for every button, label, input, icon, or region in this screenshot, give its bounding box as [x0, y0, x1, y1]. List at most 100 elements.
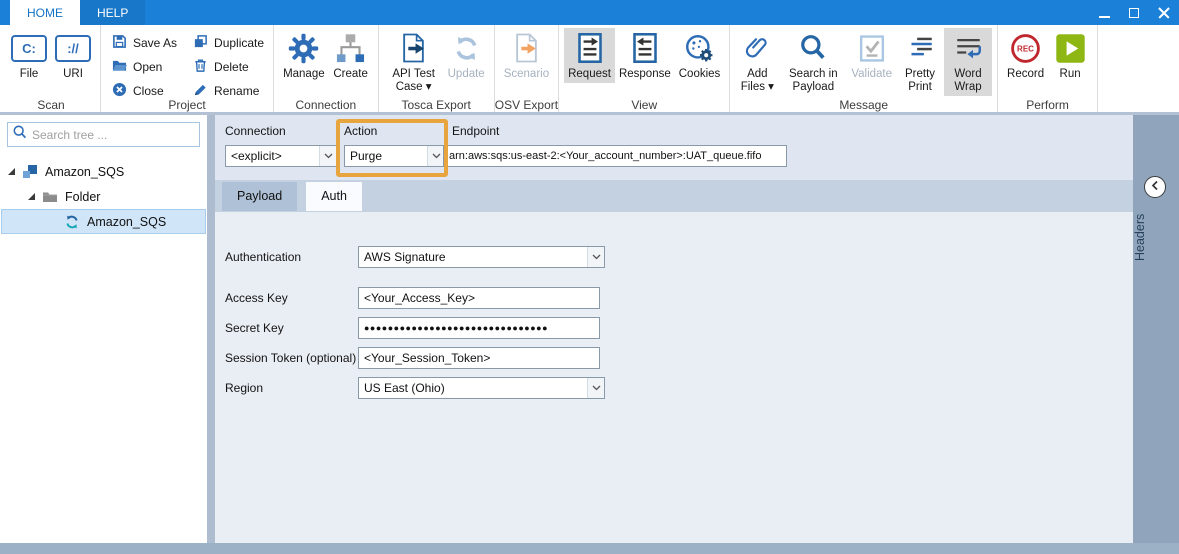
access-key-label: Access Key — [225, 291, 358, 305]
chevron-down-icon[interactable] — [587, 378, 604, 398]
uri-button[interactable]: :// URI — [51, 28, 95, 83]
run-label: Run — [1060, 68, 1081, 81]
group-label-message: Message — [730, 98, 997, 112]
tab-auth[interactable]: Auth — [306, 182, 362, 211]
search-input[interactable] — [32, 128, 194, 142]
region-label: Region — [225, 381, 358, 395]
expander-icon[interactable] — [8, 168, 15, 175]
chevron-down-icon[interactable] — [319, 146, 336, 166]
document-scenario-icon — [513, 30, 540, 66]
tab-auth-label: Auth — [321, 189, 347, 203]
tree-item-folder[interactable]: Folder — [0, 184, 207, 209]
authentication-label: Authentication — [225, 250, 358, 264]
tab-help[interactable]: HELP — [80, 0, 145, 25]
word-wrap-label: Word Wrap — [948, 68, 988, 94]
expand-headers-button[interactable] — [1144, 176, 1166, 198]
scenario-button[interactable]: Scenario — [500, 28, 553, 83]
tree-sidebar: Amazon_SQS Folder Amazon_SQS — [0, 115, 207, 543]
open-label: Open — [133, 60, 162, 74]
update-button[interactable]: Update — [444, 28, 489, 83]
authentication-row: Authentication AWS Signature — [225, 246, 1133, 268]
search-in-payload-label: Search in Payload — [783, 68, 843, 94]
group-label-tosca-export: Tosca Export — [379, 98, 494, 112]
sync-icon — [64, 214, 80, 230]
run-button[interactable]: Run — [1048, 28, 1092, 83]
pretty-print-label: Pretty Print — [900, 68, 940, 94]
document-export-icon — [400, 30, 427, 66]
network-icon — [335, 30, 366, 66]
search-in-payload-button[interactable]: Search in Payload — [779, 28, 847, 96]
region-dropdown[interactable]: US East (Ohio) — [358, 377, 605, 399]
minimize-icon — [1099, 16, 1110, 18]
refresh-icon — [452, 30, 481, 66]
group-label-project: Project — [101, 98, 273, 112]
word-wrap-button[interactable]: Word Wrap — [944, 28, 992, 96]
save-as-button[interactable]: Save As — [112, 32, 177, 54]
record-rec-icon: REC — [1010, 30, 1041, 66]
tab-help-label: HELP — [97, 6, 128, 20]
connection-label: Connection — [225, 124, 337, 138]
ribbon-group-perform: REC Record Run Perform — [998, 25, 1098, 112]
endpoint-input[interactable] — [443, 145, 787, 167]
delete-label: Delete — [214, 60, 249, 74]
manage-button[interactable]: Manage — [279, 28, 329, 83]
action-dropdown[interactable]: Purge — [344, 145, 445, 167]
open-button[interactable]: Open — [112, 56, 177, 78]
uri-source-icon: :// — [55, 30, 91, 66]
api-test-case-button[interactable]: API Test Case ▾ — [384, 28, 444, 96]
tree-item-root[interactable]: Amazon_SQS — [0, 159, 207, 184]
endpoint-label: Endpoint — [452, 124, 787, 138]
headers-panel-label: Headers — [1133, 207, 1179, 267]
request-button[interactable]: Request — [564, 28, 615, 83]
close-button[interactable] — [1149, 0, 1179, 25]
secret-key-row: Secret Key — [225, 317, 1133, 339]
connection-dropdown[interactable]: <explicit> — [225, 145, 337, 167]
folder-icon — [42, 189, 58, 205]
action-label: Action — [344, 124, 445, 138]
record-button[interactable]: REC Record — [1003, 28, 1048, 83]
ribbon-group-osv-export: Scenario OSV Export — [495, 25, 559, 112]
session-token-row: Session Token (optional) — [225, 347, 1133, 369]
file-button[interactable]: C: File — [7, 28, 51, 83]
access-key-input[interactable] — [358, 287, 600, 309]
validate-button[interactable]: Validate — [847, 28, 896, 83]
create-label: Create — [333, 68, 368, 81]
access-key-row: Access Key — [225, 287, 1133, 309]
scenario-label: Scenario — [504, 68, 549, 81]
session-token-input[interactable] — [358, 347, 600, 369]
minimize-button[interactable] — [1089, 0, 1119, 25]
expander-icon[interactable] — [28, 193, 35, 200]
tab-home[interactable]: HOME — [10, 0, 80, 25]
group-label-scan: Scan — [2, 98, 100, 112]
tree-item-amazon-sqs-label: Amazon_SQS — [87, 215, 166, 229]
action-dropdown-value: Purge — [345, 146, 427, 166]
tree-item-amazon-sqs[interactable]: Amazon_SQS — [1, 209, 206, 234]
main-panel: Connection <explicit> Action Purge Endpo… — [215, 115, 1133, 543]
create-button[interactable]: Create — [329, 28, 373, 83]
api-test-case-label: API Test Case ▾ — [388, 68, 440, 94]
headers-collapsed-panel: Headers — [1133, 115, 1179, 543]
pretty-print-button[interactable]: Pretty Print — [896, 28, 944, 96]
duplicate-button[interactable]: Duplicate — [193, 32, 264, 54]
cookies-button[interactable]: Cookies — [675, 28, 725, 83]
add-files-button[interactable]: Add Files ▾ — [735, 28, 779, 96]
delete-button[interactable]: Delete — [193, 56, 264, 78]
ribbon-group-tosca-export: API Test Case ▾ Update Tosca Export — [379, 25, 495, 112]
secret-key-input[interactable] — [358, 317, 600, 339]
response-button[interactable]: Response — [615, 28, 675, 83]
chevron-down-icon[interactable] — [587, 247, 604, 267]
group-label-perform: Perform — [998, 98, 1097, 112]
file-label: File — [20, 68, 39, 81]
tab-payload[interactable]: Payload — [222, 182, 297, 211]
chevron-down-icon[interactable] — [427, 146, 444, 166]
manage-label: Manage — [283, 68, 325, 81]
cookies-label: Cookies — [679, 68, 721, 81]
maximize-button[interactable] — [1119, 0, 1149, 25]
tree: Amazon_SQS Folder Amazon_SQS — [0, 159, 207, 234]
connection-band: Connection <explicit> Action Purge Endpo… — [215, 115, 1133, 180]
search-icon — [13, 125, 27, 144]
sidebar-splitter[interactable] — [207, 115, 215, 543]
connection-field-group: Connection <explicit> — [225, 124, 337, 167]
authentication-dropdown[interactable]: AWS Signature — [358, 246, 605, 268]
ribbon: C: File :// URI Scan Save As Open — [0, 25, 1179, 112]
